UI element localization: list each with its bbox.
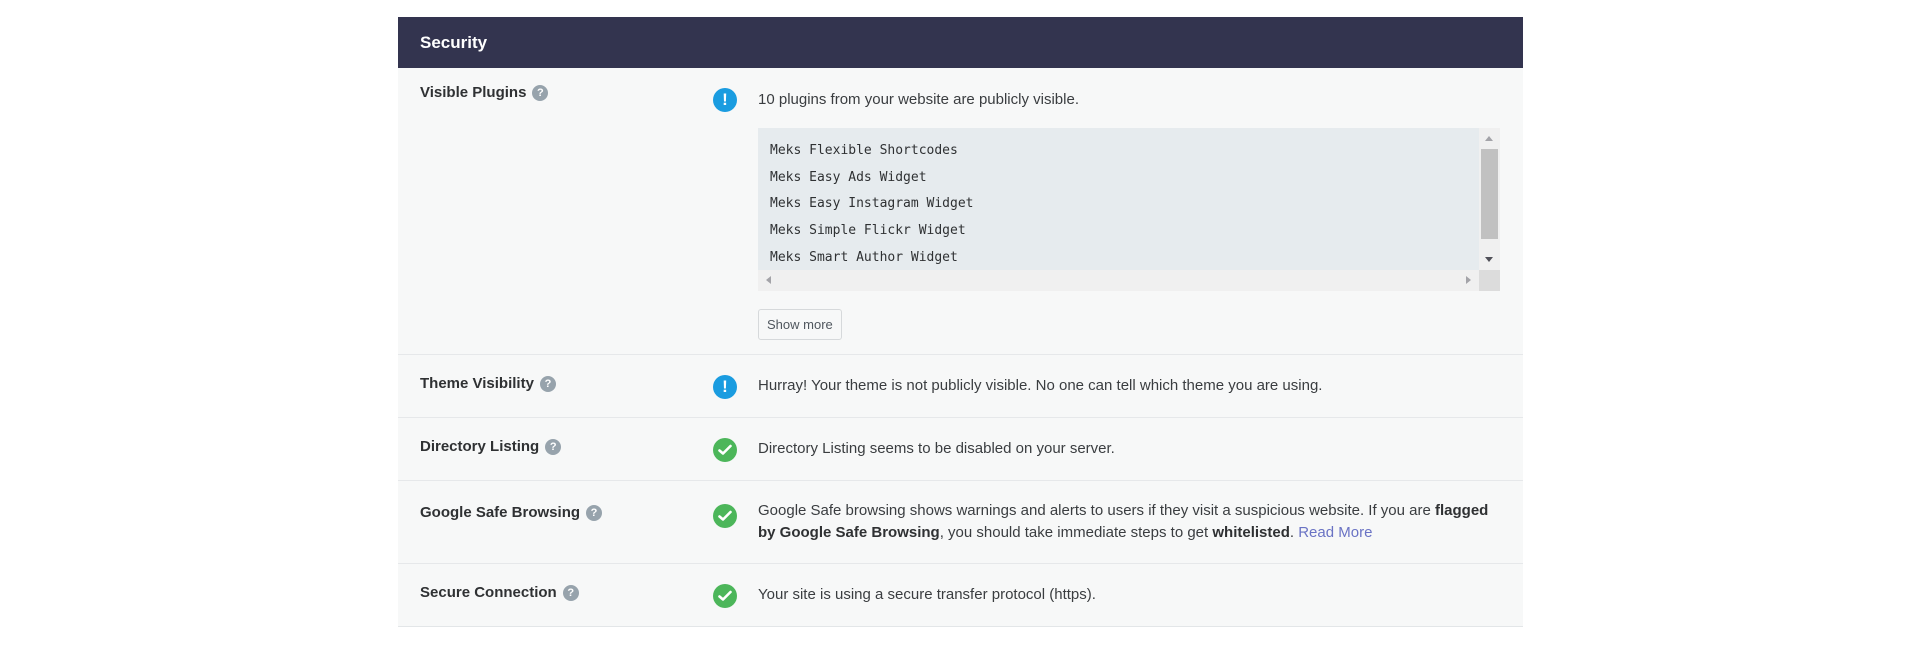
row-secure-connection: Secure Connection ? Your site is using a… [398,564,1523,626]
row-visible-plugins: Visible Plugins ? ! 10 plugins from your… [398,68,1523,355]
security-panel: Security Visible Plugins ? ! 10 plugins … [398,17,1523,627]
check-icon [713,438,737,462]
row-google-safe-browsing: Google Safe Browsing ? Google Safe brows… [398,481,1523,564]
section-title: Security [398,17,1523,68]
help-icon[interactable]: ? [586,504,603,521]
help-icon[interactable]: ? [562,584,579,601]
plugin-item: Meks Simple Flickr Widget [770,223,966,239]
message-text: , you should take immediate steps to get [939,524,1213,541]
plugin-list: Meks Flexible Shortcodes Meks Easy Ads W… [758,128,1500,282]
row-label: Directory Listing [420,438,540,455]
read-more-link[interactable]: Read More [1298,524,1372,541]
row-message: 10 plugins from your website are publicl… [758,91,1079,108]
help-icon[interactable]: ? [545,438,562,455]
row-label: Secure Connection [420,584,557,601]
horizontal-scrollbar[interactable] [758,270,1479,291]
row-label: Visible Plugins [420,84,527,101]
row-message: Hurray! Your theme is not publicly visib… [758,377,1323,394]
scroll-left-arrow-icon[interactable] [766,276,771,284]
row-message: Directory Listing seems to be disabled o… [758,440,1115,457]
plugin-item: Meks Easy Instagram Widget [770,196,974,212]
scrollbar-corner [1479,270,1500,291]
row-message: Google Safe browsing shows warnings and … [758,500,1501,544]
row-message: Your site is using a secure transfer pro… [758,586,1096,603]
row-directory-listing: Directory Listing ? Directory Listing se… [398,418,1523,481]
scroll-up-arrow-icon[interactable] [1485,136,1493,141]
help-icon[interactable]: ? [532,84,549,101]
message-text: . [1289,524,1299,541]
show-more-button[interactable]: Show more [758,309,842,340]
check-icon [713,504,737,528]
plugin-item: Meks Smart Author Widget [770,249,958,265]
scroll-right-arrow-icon[interactable] [1466,276,1471,284]
plugin-item: Meks Easy Ads Widget [770,169,927,185]
warning-icon: ! [713,88,737,112]
warning-icon: ! [713,375,737,399]
row-theme-visibility: Theme Visibility ? ! Hurray! Your theme … [398,355,1523,418]
scroll-down-arrow-icon[interactable] [1485,257,1493,262]
row-label: Google Safe Browsing [420,504,581,521]
row-label: Theme Visibility [420,375,534,392]
check-icon [713,584,737,608]
message-text: Google Safe browsing shows warnings and … [758,502,1435,519]
plugin-item: Meks Flexible Shortcodes [770,143,958,158]
plugin-list-box[interactable]: Meks Flexible Shortcodes Meks Easy Ads W… [758,128,1500,291]
help-icon[interactable]: ? [539,375,556,392]
vertical-scrollbar[interactable] [1479,128,1500,270]
vertical-scroll-thumb[interactable] [1481,149,1498,239]
message-bold: whitelisted [1212,524,1290,541]
